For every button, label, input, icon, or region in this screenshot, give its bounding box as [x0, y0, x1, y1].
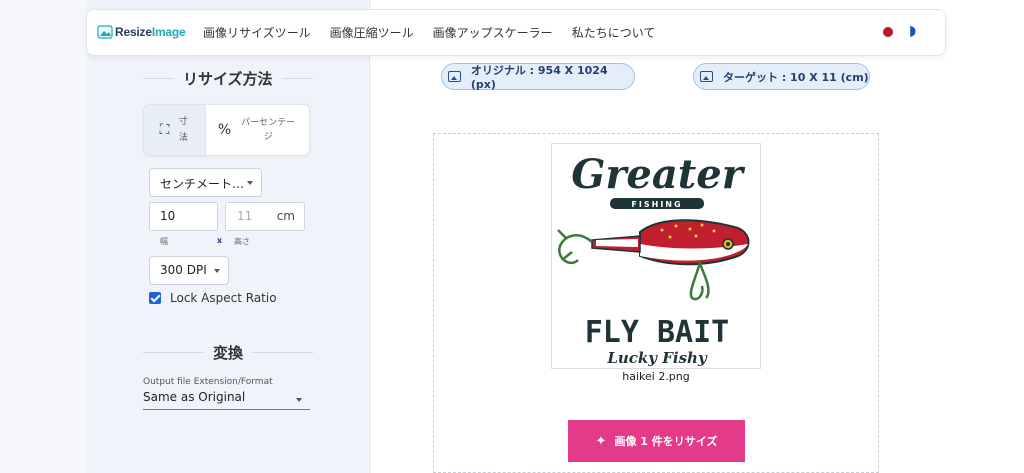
image-banner-text: FISHING: [631, 200, 682, 209]
image-dropzone[interactable]: Greater FISHING FLY BAIT Lucky Fishy hai…: [433, 133, 879, 473]
resize-icon: ⛶: [159, 122, 170, 138]
mode-percentage-button[interactable]: % パーセンテージ: [206, 105, 309, 155]
width-input[interactable]: 10: [149, 202, 218, 231]
mode-dimensions-button[interactable]: ⛶ 寸法: [144, 105, 206, 155]
height-input[interactable]: 11 cm: [225, 202, 305, 231]
mode-percentage-label: パーセンテージ: [241, 118, 296, 142]
lock-aspect-ratio[interactable]: Lock Aspect Ratio: [149, 291, 277, 305]
image-script-text: Lucky Fishy: [606, 349, 708, 367]
moon-icon[interactable]: ◗: [909, 23, 916, 39]
dpi-select-value: 300 DPI: [160, 263, 207, 277]
image-icon: [700, 71, 713, 82]
dpi-select[interactable]: 300 DPI: [149, 256, 229, 285]
width-label: 幅: [160, 237, 168, 246]
image-title-text: Greater: [571, 151, 746, 198]
resize-method-title: リサイズ方法: [143, 68, 313, 89]
unit-select-value: センチメート…: [160, 177, 245, 191]
x-label: x: [217, 236, 223, 245]
logo-text: ResizeImage: [115, 25, 186, 39]
nav-link-compress-tool[interactable]: 画像圧縮ツール: [330, 24, 414, 41]
chevron-down-icon: [214, 269, 220, 273]
sidebar: リサイズ方法 ⛶ 寸法 % パーセンテージ センチメート… 10 11 cm 幅…: [86, 0, 370, 473]
main-panel: オリジナル : 954 X 1024 (px) ターゲット : 10 X 11 …: [370, 0, 1024, 473]
image-icon: [448, 71, 461, 82]
height-placeholder: 11: [237, 209, 253, 223]
nav-links: 画像リサイズツール 画像圧縮ツール 画像アップスケーラー 私たちについて: [203, 24, 655, 41]
image-main-text: FLY BAIT: [585, 315, 730, 350]
mode-dimensions-label: 寸法: [178, 117, 188, 143]
chevron-down-icon: [296, 398, 302, 402]
percent-icon: %: [217, 122, 232, 138]
convert-title: 変換: [143, 342, 314, 363]
format-label: Output file Extension/Format: [143, 377, 273, 387]
image-thumbnail[interactable]: Greater FISHING FLY BAIT Lucky Fishy: [551, 143, 761, 369]
width-value: 10: [160, 209, 176, 223]
format-select[interactable]: Same as Original: [143, 390, 310, 410]
fishing-lure-image: Greater FISHING FLY BAIT Lucky Fishy: [557, 151, 750, 367]
top-navbar: ResizeImage 画像リサイズツール 画像圧縮ツール 画像アップスケーラー…: [86, 9, 946, 56]
height-unit: cm: [276, 209, 295, 223]
sparkle-icon: ✦: [595, 433, 607, 449]
nav-link-upscaler[interactable]: 画像アップスケーラー: [433, 24, 553, 41]
language-flag-icon[interactable]: [883, 27, 893, 37]
lock-aspect-checkbox[interactable]: [149, 292, 161, 304]
resize-button[interactable]: ✦ 画像 1 件をリサイズ: [568, 420, 745, 462]
original-size-badge: オリジナル : 954 X 1024 (px): [441, 63, 635, 91]
original-size-text: オリジナル : 954 X 1024 (px): [470, 64, 608, 91]
target-size-text: ターゲット : 10 X 11 (cm): [723, 70, 869, 84]
resize-mode-toggle: ⛶ 寸法 % パーセンテージ: [143, 104, 310, 156]
resize-button-label: 画像 1 件をリサイズ: [614, 435, 718, 448]
file-name: haikei 2.png: [622, 370, 690, 383]
format-select-value: Same as Original: [143, 390, 246, 404]
height-label: 高さ: [234, 237, 250, 246]
lock-aspect-label: Lock Aspect Ratio: [170, 291, 277, 305]
logo[interactable]: ResizeImage: [97, 22, 186, 42]
logo-icon: [97, 25, 113, 39]
target-size-badge: ターゲット : 10 X 11 (cm): [693, 63, 870, 90]
nav-link-about[interactable]: 私たちについて: [572, 24, 656, 41]
unit-select[interactable]: センチメート…: [149, 168, 262, 197]
nav-link-resize-tool[interactable]: 画像リサイズツール: [203, 24, 311, 41]
chevron-down-icon: [247, 181, 253, 185]
